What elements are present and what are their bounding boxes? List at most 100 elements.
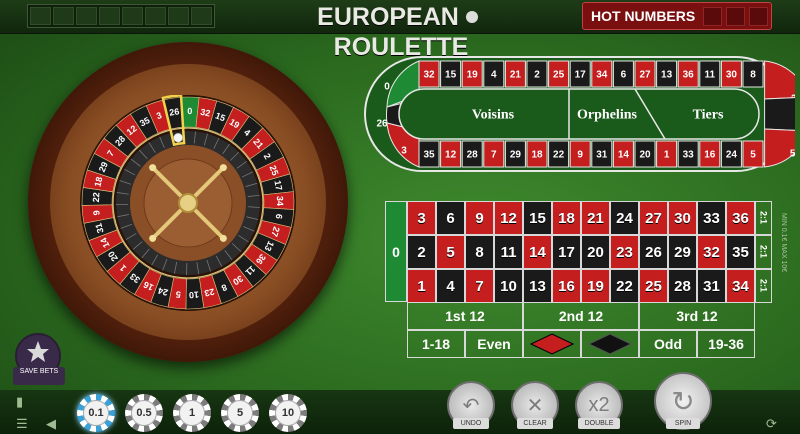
number-cell[interactable]: 4: [436, 269, 465, 303]
number-cell[interactable]: 8: [465, 235, 494, 269]
dozen-first[interactable]: 1st 12: [407, 302, 523, 330]
racetrack-number: 25: [553, 70, 565, 81]
number-grid[interactable]: 3 6 9 12 15 18 21 24 27 30 33 36 2 5 8 11 14 17 20 23 26 29 32…: [407, 201, 755, 303]
chip-5[interactable]: 5: [221, 394, 259, 432]
number-cell[interactable]: 7: [465, 269, 494, 303]
bet-odd[interactable]: Odd: [639, 330, 697, 358]
roulette-ball: [173, 132, 183, 143]
number-label: 33: [703, 209, 720, 227]
hot-numbers-panel[interactable]: HOT NUMBERS: [582, 2, 772, 30]
racetrack-number: 5: [750, 150, 756, 161]
double-label: DOUBLE: [578, 418, 620, 429]
chip-face: 5: [227, 400, 253, 426]
star-icon: [27, 341, 49, 362]
bet-1-18[interactable]: 1-18: [407, 330, 465, 358]
chip-1[interactable]: 1: [173, 394, 211, 432]
number-label: 15: [529, 209, 546, 227]
number-cell[interactable]: 16: [552, 269, 581, 303]
chip-value: 10: [281, 407, 295, 419]
number-cell[interactable]: 18: [552, 201, 581, 235]
table-zero[interactable]: 0: [385, 201, 407, 302]
chip-0-5[interactable]: 0.5: [125, 394, 163, 432]
number-cell[interactable]: 3: [407, 201, 436, 235]
number-cell[interactable]: 23: [610, 235, 639, 269]
racetrack-number: 33: [683, 150, 695, 161]
number-cell[interactable]: 21: [581, 201, 610, 235]
racetrack[interactable]: 32 15 19 4 21 2 25 17 34 6 27 13 36 11 30 8 35 12 28 7 29 18 2…: [363, 55, 795, 173]
stats-icon[interactable]: ▮: [16, 394, 23, 410]
number-cell[interactable]: 32: [697, 235, 726, 269]
number-cell[interactable]: 10: [494, 269, 523, 303]
outside-label: 19-36: [708, 336, 744, 352]
menu-icon[interactable]: ☰: [16, 416, 28, 432]
number-cell[interactable]: 24: [610, 201, 639, 235]
racetrack-section-tiers[interactable]: Tiers: [693, 108, 724, 123]
racetrack-number: 17: [575, 70, 587, 81]
racetrack-number: 1: [664, 150, 670, 161]
number-cell[interactable]: 13: [523, 269, 552, 303]
column-bet-top[interactable]: 2:1: [755, 201, 772, 235]
dozen-third[interactable]: 3rd 12: [639, 302, 755, 330]
history-cell: [122, 7, 143, 25]
column-bet-bottom[interactable]: 2:1: [755, 269, 772, 303]
number-cell[interactable]: 5: [436, 235, 465, 269]
hot-number-slot: [703, 7, 722, 26]
racetrack-number: 27: [639, 70, 651, 81]
number-cell[interactable]: 29: [668, 235, 697, 269]
bet-black[interactable]: [581, 330, 639, 358]
number-cell[interactable]: 2: [407, 235, 436, 269]
bet-red[interactable]: [523, 330, 581, 358]
number-label: 5: [446, 243, 455, 261]
racetrack-number: 6: [621, 70, 627, 81]
number-cell[interactable]: 6: [436, 201, 465, 235]
number-label: 17: [558, 243, 575, 261]
number-cell[interactable]: 22: [610, 269, 639, 303]
bet-even[interactable]: Even: [465, 330, 523, 358]
column-bet-label: 2:1: [758, 245, 769, 259]
column-bet-middle[interactable]: 2:1: [755, 235, 772, 269]
number-cell[interactable]: 11: [494, 235, 523, 269]
number-cell[interactable]: 20: [581, 235, 610, 269]
number-label: 1: [417, 277, 426, 295]
number-cell[interactable]: 25: [639, 269, 668, 303]
number-cell[interactable]: 28: [668, 269, 697, 303]
settings-icon[interactable]: ⟳: [766, 416, 777, 432]
number-cell[interactable]: 12: [494, 201, 523, 235]
number-cell[interactable]: 14: [523, 235, 552, 269]
chip-value: 0.1: [88, 407, 104, 419]
chip-0-1[interactable]: 0.1: [77, 394, 115, 432]
chip-face: 0.1: [83, 400, 109, 426]
number-cell[interactable]: 26: [639, 235, 668, 269]
number-cell[interactable]: 1: [407, 269, 436, 303]
number-cell[interactable]: 17: [552, 235, 581, 269]
racetrack-number: 4: [491, 70, 497, 81]
history-cell: [53, 7, 74, 25]
chip-face: 0.5: [131, 400, 157, 426]
number-label: 30: [674, 209, 691, 227]
racetrack-svg[interactable]: 32 15 19 4 21 2 25 17 34 6 27 13 36 11 30 835 12 28 7 29 18 2…: [363, 55, 795, 173]
number-cell[interactable]: 19: [581, 269, 610, 303]
bet-19-36[interactable]: 19-36: [697, 330, 755, 358]
number-cell[interactable]: 33: [697, 201, 726, 235]
number-cell[interactable]: 34: [726, 269, 755, 303]
number-cell[interactable]: 30: [668, 201, 697, 235]
number-label: 8: [475, 243, 484, 261]
racetrack-section-voisins[interactable]: Voisins: [472, 108, 515, 123]
racetrack-cell[interactable]: [764, 97, 795, 131]
number-label: 25: [645, 277, 662, 295]
number-cell[interactable]: 9: [465, 201, 494, 235]
outside-label: Even: [477, 336, 511, 352]
number-cell[interactable]: 15: [523, 201, 552, 235]
racetrack-section-orphelins[interactable]: Orphelins: [577, 108, 637, 123]
number-cell[interactable]: 31: [697, 269, 726, 303]
number-cell[interactable]: 36: [726, 201, 755, 235]
number-cell[interactable]: 35: [726, 235, 755, 269]
sound-icon[interactable]: ◀: [46, 416, 56, 432]
number-cell[interactable]: 27: [639, 201, 668, 235]
number-label: 20: [587, 243, 604, 261]
outside-label: Odd: [654, 336, 682, 352]
dozen-second[interactable]: 2nd 12: [523, 302, 639, 330]
racetrack-number: 12: [445, 150, 457, 161]
wheel-hub: [178, 193, 198, 213]
chip-10[interactable]: 10: [269, 394, 307, 432]
